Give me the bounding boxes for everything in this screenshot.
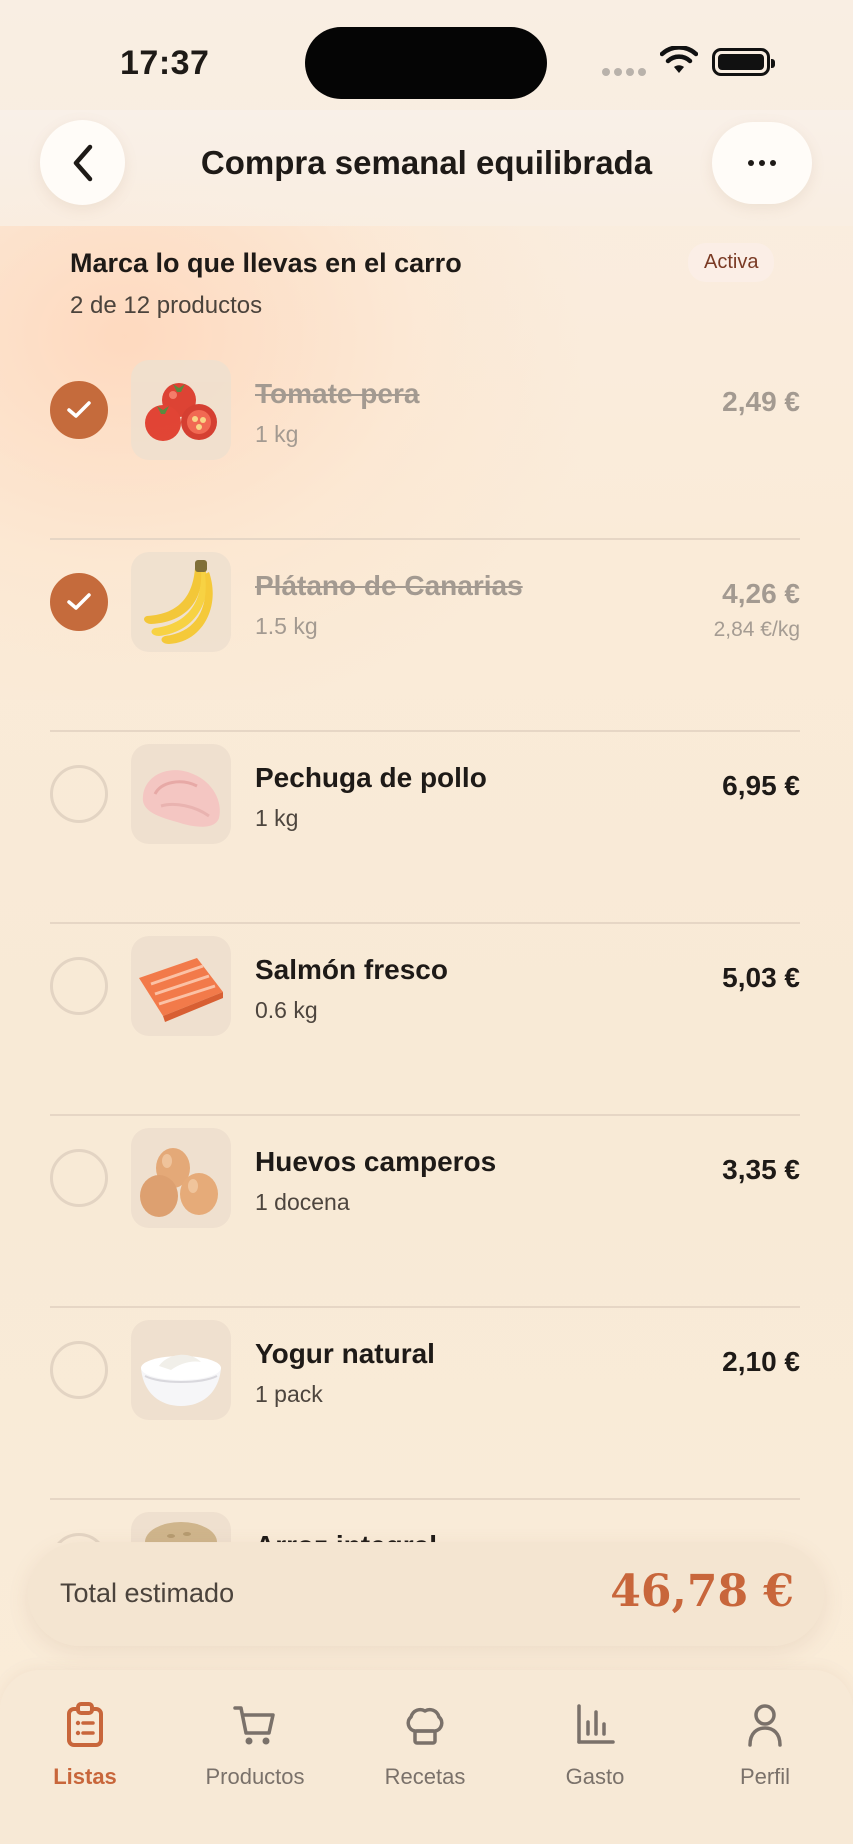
nav-header: Compra semanal equilibrada	[0, 110, 853, 226]
tab-label: Perfil	[739, 1764, 791, 1789]
shopping-list: Tomate pera 1 kg 2,49 € Plátano de Canar…	[50, 348, 800, 1543]
list-item[interactable]: Tomate pera 1 kg 2,49 €	[50, 348, 800, 540]
rice-image	[131, 1512, 231, 1543]
checkbox-checked[interactable]	[50, 381, 108, 439]
item-name: Huevos camperos	[255, 1146, 497, 1177]
back-button[interactable]	[40, 120, 125, 205]
item-price: 5,03 €	[722, 962, 800, 993]
bar-chart-icon	[577, 1704, 615, 1744]
item-price: 4,26 €	[722, 578, 800, 609]
status-time: 17:37	[120, 44, 210, 82]
tab-label: Gasto	[565, 1764, 625, 1789]
tab-perfil[interactable]: Perfil	[680, 1700, 850, 1790]
item-quantity: 1.5 kg	[255, 613, 318, 639]
item-price: 2,10 €	[722, 1346, 800, 1377]
tab-label: Productos	[205, 1764, 305, 1789]
item-quantity: 1 kg	[255, 421, 299, 447]
yogurt-image	[131, 1320, 231, 1420]
tab-label: Listas	[53, 1764, 117, 1789]
checkbox-unchecked[interactable]	[50, 957, 108, 1015]
tab-label: Recetas	[384, 1764, 466, 1789]
item-name: Salmón fresco	[255, 954, 448, 985]
item-quantity: 0.6 kg	[255, 997, 318, 1023]
item-quantity: 1 pack	[255, 1381, 323, 1407]
ellipsis-icon	[748, 160, 754, 166]
item-unit-price: 2,84 €/kg	[713, 618, 800, 641]
checkbox-unchecked[interactable]	[50, 765, 108, 823]
item-name: Plátano de Canarias	[255, 570, 523, 601]
banana-image	[131, 552, 231, 652]
cart-icon	[233, 1706, 275, 1745]
clipboard-list-icon	[67, 1702, 103, 1747]
chicken-breast-image	[131, 744, 231, 844]
tomato-image	[131, 360, 231, 460]
list-item[interactable]: Salmón fresco 0.6 kg 5,03 €	[50, 924, 800, 1116]
page-title: Compra semanal equilibrada	[200, 144, 653, 181]
progress-count: 2 de 12 productos	[70, 292, 263, 319]
tab-gasto[interactable]: Gasto	[510, 1700, 680, 1790]
item-quantity: 1 kg	[255, 805, 299, 831]
list-item[interactable]: Yogur natural 1 pack 2,10 €	[50, 1308, 800, 1500]
tab-productos[interactable]: Productos	[170, 1700, 340, 1790]
list-item[interactable]: Plátano de Canarias 1.5 kg 4,26 € 2,84 €…	[50, 540, 800, 732]
total-bar: Total estimado 46,78 €	[28, 1542, 824, 1646]
list-item[interactable]: Huevos camperos 1 docena 3,35 €	[50, 1116, 800, 1308]
item-name: Pechuga de pollo	[255, 762, 487, 793]
dynamic-island	[305, 27, 547, 99]
battery-icon	[712, 48, 775, 76]
chef-hat-icon	[406, 1707, 444, 1745]
person-icon	[748, 1704, 782, 1747]
list-item[interactable]: Pechuga de pollo 1 kg 6,95 €	[50, 732, 800, 924]
item-name: Yogur natural	[255, 1338, 435, 1369]
checkbox-unchecked[interactable]	[50, 1149, 108, 1207]
checkmark-icon	[67, 401, 91, 418]
item-name: Tomate pera	[255, 378, 420, 409]
status-bar: 17:37	[0, 0, 853, 110]
checkmark-icon	[67, 593, 91, 610]
tab-listas[interactable]: Listas	[0, 1700, 170, 1790]
more-options-button[interactable]	[712, 122, 812, 204]
item-price: 2,49 €	[722, 386, 800, 417]
tab-bar: Listas Productos Recetas Gasto Perfil	[0, 1670, 853, 1844]
chevron-left-icon	[73, 144, 92, 181]
checkbox-unchecked[interactable]	[50, 1341, 108, 1399]
checkbox-checked[interactable]	[50, 573, 108, 631]
cellular-signal-icon	[602, 68, 646, 76]
section-title: Marca lo que llevas en el carro	[70, 248, 462, 278]
salmon-image	[131, 936, 231, 1036]
item-quantity: 1 docena	[255, 1189, 350, 1215]
total-label: Total estimado	[60, 1578, 235, 1608]
item-price: 6,95 €	[722, 770, 800, 801]
list-item[interactable]: Arroz integral	[50, 1500, 800, 1543]
eggs-image	[131, 1128, 231, 1228]
item-price: 3,35 €	[722, 1154, 800, 1185]
tab-recetas[interactable]: Recetas	[340, 1700, 510, 1790]
total-value: 46,78 €	[610, 1566, 794, 1617]
wifi-icon	[660, 46, 698, 73]
status-badge: Activa	[688, 243, 775, 282]
